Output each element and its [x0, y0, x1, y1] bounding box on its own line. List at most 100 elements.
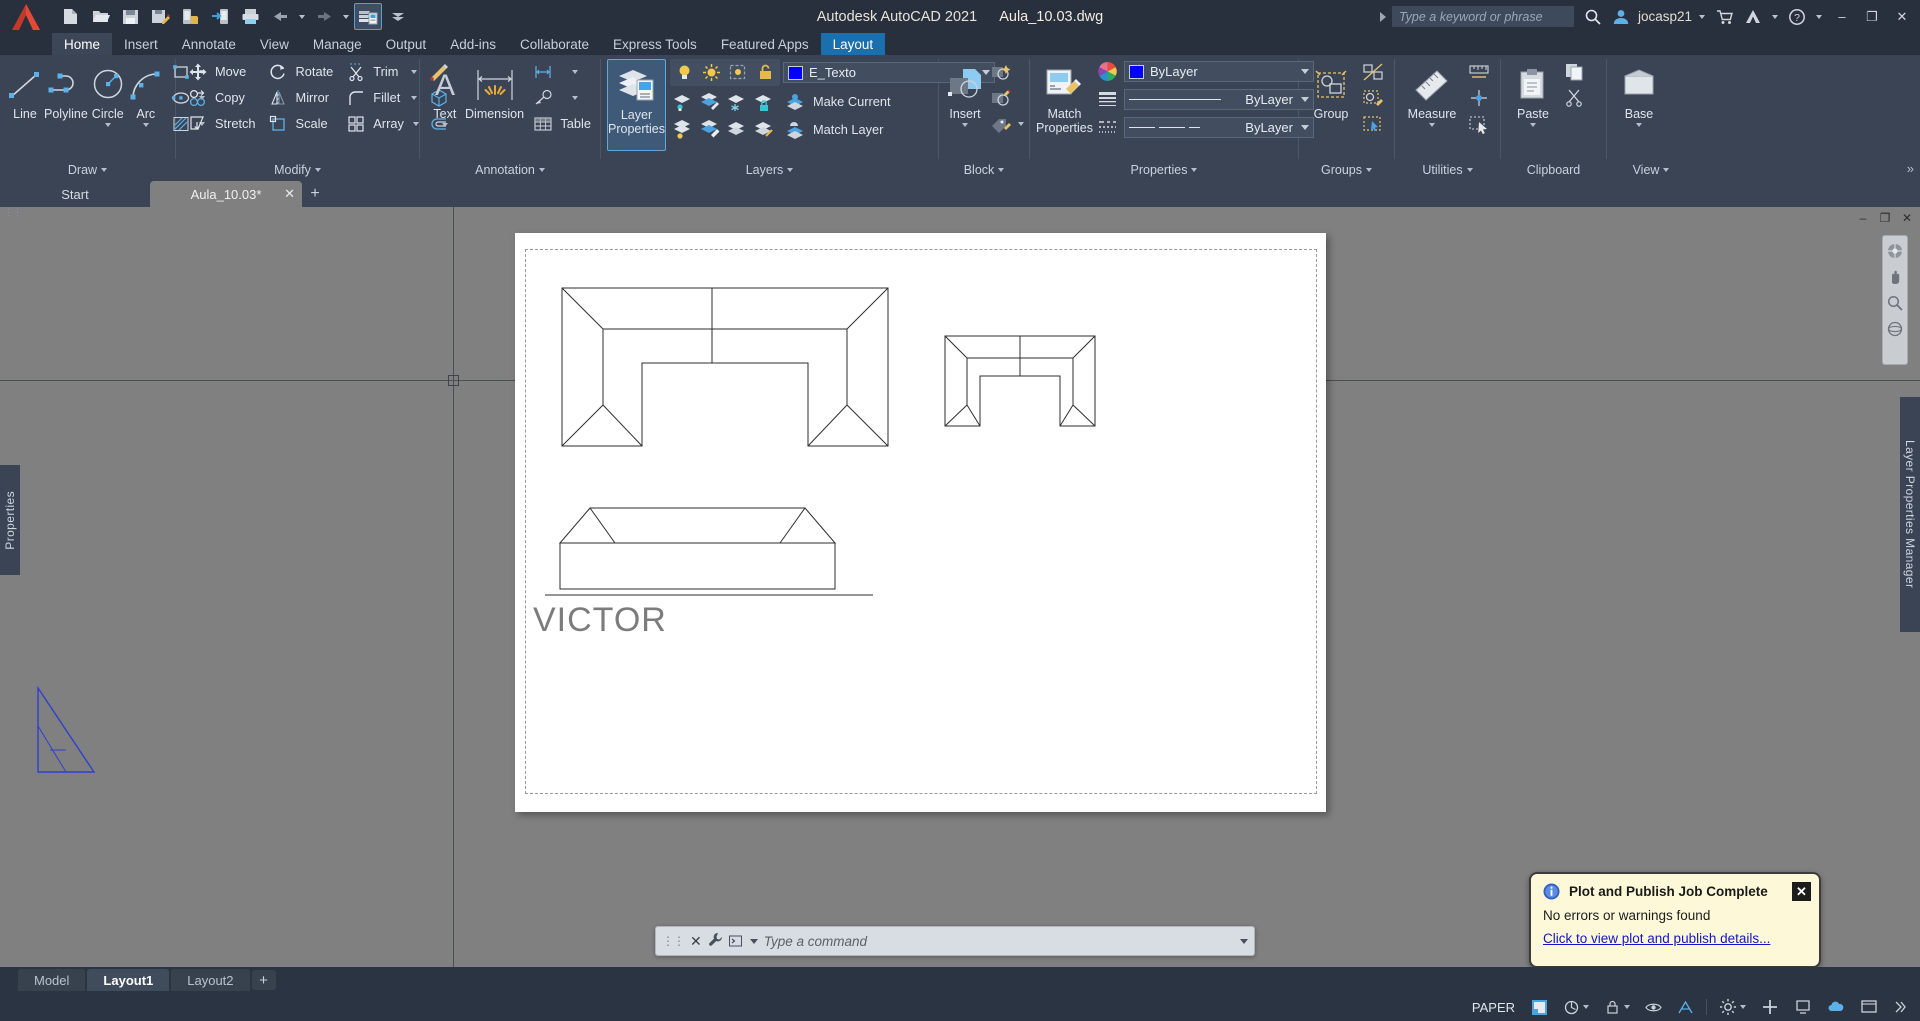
match-layer-button[interactable]: Match Layer [780, 117, 886, 142]
layer-freeze-icon[interactable] [724, 89, 749, 114]
modify-scale-button[interactable]: Scale [263, 111, 337, 136]
layer-previous-icon[interactable] [751, 117, 776, 142]
modify-copy-button[interactable]: Copy [182, 85, 259, 110]
layer-unisolate-icon[interactable] [697, 89, 722, 114]
cut-clip-button[interactable] [1559, 85, 1590, 110]
paste-button[interactable]: Paste [1507, 59, 1559, 127]
customization-icon[interactable] [1754, 994, 1786, 1020]
ribbon-overflow-icon[interactable]: » [1907, 161, 1914, 176]
layout-tab-layout2[interactable]: Layout2 [171, 969, 250, 991]
tab-view[interactable]: View [248, 33, 301, 55]
modify-trim-button[interactable]: Trim [340, 59, 422, 84]
layer-thaw-icon[interactable] [699, 60, 724, 85]
tab-addins[interactable]: Add-ins [438, 33, 508, 55]
layout-tab-layout1[interactable]: Layout1 [87, 969, 170, 991]
viewport-restore[interactable]: ❐ [1878, 211, 1892, 225]
undo-dropdown-caret[interactable] [296, 3, 308, 30]
clean-screen-icon[interactable] [1853, 994, 1885, 1020]
layer-lock-icon[interactable] [751, 89, 776, 114]
layer-properties-button[interactable]: Layer Properties [607, 59, 666, 151]
autocad-logo-button[interactable] [0, 0, 52, 33]
command-history-caret[interactable] [749, 938, 758, 944]
modify-fillet-button[interactable]: Fillet [340, 85, 422, 110]
properties-palette-strip[interactable]: Properties [0, 465, 20, 575]
circle-dropdown-caret[interactable] [104, 123, 111, 127]
undo-icon[interactable] [266, 3, 294, 30]
draw-line-button[interactable]: Line [6, 59, 44, 121]
user-avatar-icon[interactable] [1608, 4, 1634, 30]
panel-annotation-expand-caret[interactable] [538, 167, 545, 172]
balloon-close-button[interactable]: ✕ [1792, 882, 1811, 901]
command-close-icon[interactable]: ✕ [690, 933, 702, 950]
linear-caret[interactable] [572, 69, 579, 74]
viewport-close[interactable]: ✕ [1900, 211, 1914, 225]
lineweight-combo[interactable]: ByLayer [1123, 89, 1314, 110]
autodesk-app-caret[interactable] [1768, 4, 1782, 30]
fillet-caret[interactable] [411, 95, 418, 100]
base-view-button[interactable]: Base [1613, 59, 1665, 127]
doctab-add-button[interactable]: + [302, 181, 328, 207]
panel-view-expand-caret[interactable] [1663, 167, 1670, 172]
viewport-icon[interactable] [1524, 994, 1555, 1020]
save-as-icon[interactable] [146, 3, 174, 30]
linetype-combo[interactable]: ByLayer [1123, 117, 1314, 138]
trim-caret[interactable] [411, 69, 418, 74]
command-options-caret[interactable] [1240, 938, 1248, 944]
panel-block-expand-caret[interactable] [998, 167, 1005, 172]
panel-draw-expand-caret[interactable] [101, 167, 108, 172]
display-icon[interactable] [1787, 994, 1819, 1020]
lock-caret[interactable] [1624, 1005, 1630, 1009]
search-icon[interactable] [1580, 4, 1606, 30]
tab-collaborate[interactable]: Collaborate [508, 33, 601, 55]
create-block-button[interactable] [985, 59, 1027, 84]
array-caret[interactable] [412, 121, 419, 126]
group-button[interactable]: Group [1305, 59, 1357, 121]
annotation-scale-icon[interactable] [1670, 994, 1701, 1020]
pan-icon[interactable] [1884, 266, 1906, 288]
object-color-combo[interactable]: ByLayer [1123, 61, 1314, 82]
tab-featured-apps[interactable]: Featured Apps [709, 33, 821, 55]
account-dropdown-caret[interactable] [1694, 4, 1710, 30]
annotation-text-button[interactable]: A Text [426, 59, 464, 127]
layer-unlock-icon[interactable] [753, 60, 778, 85]
canvas-grip-icon[interactable]: ⋮⋮ [4, 207, 22, 217]
steering-wheel-icon[interactable] [1884, 240, 1906, 262]
leader-caret[interactable] [572, 95, 579, 100]
layer-turn-all-on-icon[interactable] [697, 117, 722, 142]
space-toggle-label[interactable]: PAPER [1464, 1000, 1523, 1015]
base-view-caret[interactable] [1636, 123, 1642, 127]
open-from-web-icon[interactable] [206, 3, 234, 30]
balloon-details-link[interactable]: Click to view plot and publish details..… [1543, 931, 1807, 946]
modify-mirror-button[interactable]: Mirror [263, 85, 337, 110]
zoom-extents-icon[interactable] [1884, 292, 1906, 314]
doctab-start[interactable]: Start [0, 181, 150, 207]
layer-off-icon[interactable] [670, 117, 695, 142]
status-overflow-icon[interactable] [1886, 994, 1914, 1020]
edit-block-button[interactable] [985, 85, 1027, 110]
tab-manage[interactable]: Manage [301, 33, 374, 55]
scale-list-caret[interactable] [1583, 1005, 1589, 1009]
draw-arc-button[interactable]: Arc [128, 59, 164, 127]
draw-polyline-button[interactable]: Polyline [44, 59, 88, 121]
gear-icon[interactable] [1712, 994, 1753, 1020]
tab-express-tools[interactable]: Express Tools [601, 33, 709, 55]
open-file-icon[interactable] [86, 3, 114, 30]
tab-output[interactable]: Output [374, 33, 439, 55]
layer-properties-manager-strip[interactable]: Layer Properties Manager [1900, 397, 1920, 632]
modify-stretch-button[interactable]: Stretch [182, 111, 259, 136]
measure-button[interactable]: Measure [1401, 59, 1463, 127]
match-properties-button[interactable]: Match Properties [1036, 59, 1093, 135]
lock-icon[interactable] [1597, 994, 1637, 1020]
scale-list-icon[interactable] [1556, 994, 1596, 1020]
minimize-button[interactable]: – [1828, 4, 1856, 30]
paste-dropdown-caret[interactable] [1530, 123, 1536, 127]
modify-move-button[interactable]: Move [182, 59, 259, 84]
search-expand-icon[interactable] [1379, 11, 1386, 22]
panel-properties-expand-caret[interactable] [1191, 167, 1198, 172]
modify-array-button[interactable]: Array [340, 111, 422, 136]
orbit-icon[interactable] [1884, 318, 1906, 340]
search-input[interactable] [1391, 6, 1574, 27]
wrench-icon[interactable] [708, 932, 723, 950]
help-caret[interactable] [1812, 4, 1826, 30]
annotation-dimension-button[interactable]: Dimension [464, 59, 526, 121]
